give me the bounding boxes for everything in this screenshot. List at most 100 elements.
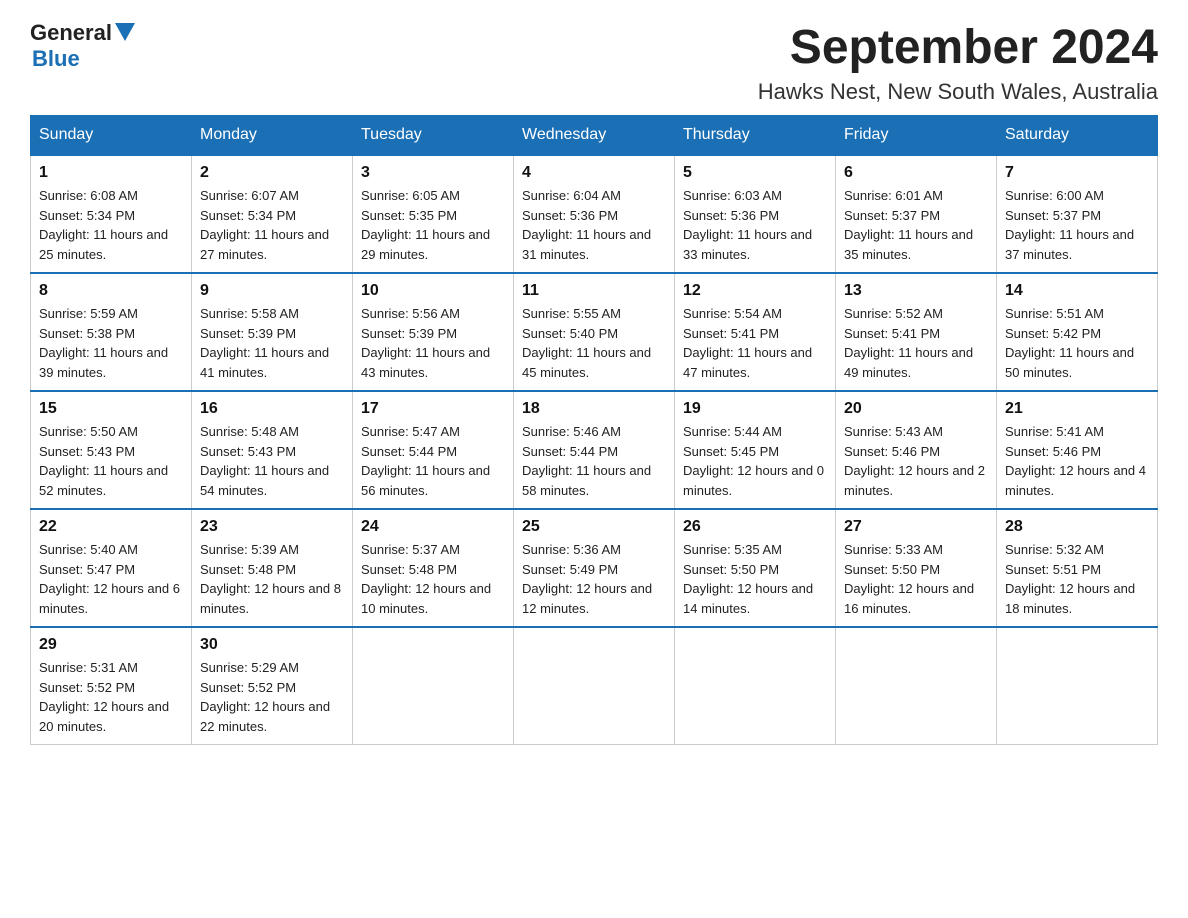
day-number: 6	[844, 164, 988, 182]
calendar-day-12: 12Sunrise: 5:54 AMSunset: 5:41 PMDayligh…	[675, 273, 836, 391]
calendar-header-friday: Friday	[836, 116, 997, 156]
day-number: 19	[683, 400, 827, 418]
calendar-week-row: 1Sunrise: 6:08 AMSunset: 5:34 PMDaylight…	[31, 155, 1158, 273]
calendar-day-14: 14 Sunrise: 5:51 AMSunset: 5:42 PMDayligh…	[997, 273, 1158, 391]
day-number: 29	[39, 636, 183, 654]
day-number: 27	[844, 518, 988, 536]
day-info: Sunrise: 6:04 AMSunset: 5:36 PMDaylight:…	[522, 186, 666, 264]
day-number: 4	[522, 164, 666, 182]
day-number: 3	[361, 164, 505, 182]
calendar-day-3: 3 Sunrise: 6:05 AMSunset: 5:35 PMDaylight…	[353, 155, 514, 273]
day-info: Sunrise: 5:46 AMSunset: 5:44 PMDaylight:…	[522, 422, 666, 500]
page-header: General Blue September 2024 Hawks Nest, …	[30, 20, 1158, 105]
day-number: 5	[683, 164, 827, 182]
day-number: 11	[522, 282, 666, 300]
calendar-day-17: 17Sunrise: 5:47 AMSunset: 5:44 PMDayligh…	[353, 391, 514, 509]
day-info: Sunrise: 5:33 AMSunset: 5:50 PMDaylight:…	[844, 540, 988, 618]
calendar-day-13: 13Sunrise: 5:52 AMSunset: 5:41 PMDayligh…	[836, 273, 997, 391]
calendar-header-tuesday: Tuesday	[353, 116, 514, 156]
day-number: 23	[200, 518, 344, 536]
calendar-header-sunday: Sunday	[31, 116, 192, 156]
calendar-day-29: 29 Sunrise: 5:31 AMSunset: 5:52 PMDayligh…	[31, 627, 192, 745]
logo-blue-text: Blue	[32, 46, 80, 71]
calendar-day-1: 1Sunrise: 6:08 AMSunset: 5:34 PMDaylight…	[31, 155, 192, 273]
day-info: Sunrise: 6:07 AMSunset: 5:34 PMDaylight:…	[200, 186, 344, 264]
day-number: 25	[522, 518, 666, 536]
day-number: 21	[1005, 400, 1149, 418]
calendar-day-21: 21 Sunrise: 5:41 AMSunset: 5:46 PMDayligh…	[997, 391, 1158, 509]
calendar-day-22: 22 Sunrise: 5:40 AMSunset: 5:47 PMDayligh…	[31, 509, 192, 627]
calendar-header-row: SundayMondayTuesdayWednesdayThursdayFrid…	[31, 116, 1158, 156]
calendar-header-thursday: Thursday	[675, 116, 836, 156]
day-number: 18	[522, 400, 666, 418]
day-info: Sunrise: 5:41 AMSunset: 5:46 PMDaylight:…	[1005, 422, 1149, 500]
day-info: Sunrise: 5:40 AMSunset: 5:47 PMDaylight:…	[39, 540, 183, 618]
calendar-week-row: 8 Sunrise: 5:59 AMSunset: 5:38 PMDaylight…	[31, 273, 1158, 391]
calendar-day-30: 30Sunrise: 5:29 AMSunset: 5:52 PMDayligh…	[192, 627, 353, 745]
calendar-empty-cell	[675, 627, 836, 745]
day-info: Sunrise: 5:44 AMSunset: 5:45 PMDaylight:…	[683, 422, 827, 500]
calendar-empty-cell	[836, 627, 997, 745]
calendar-day-19: 19 Sunrise: 5:44 AMSunset: 5:45 PMDayligh…	[675, 391, 836, 509]
day-info: Sunrise: 5:39 AMSunset: 5:48 PMDaylight:…	[200, 540, 344, 618]
day-info: Sunrise: 5:31 AMSunset: 5:52 PMDaylight:…	[39, 658, 183, 736]
page-subtitle: Hawks Nest, New South Wales, Australia	[758, 79, 1158, 105]
day-info: Sunrise: 5:43 AMSunset: 5:46 PMDaylight:…	[844, 422, 988, 500]
calendar-day-27: 27 Sunrise: 5:33 AMSunset: 5:50 PMDayligh…	[836, 509, 997, 627]
calendar-day-6: 6 Sunrise: 6:01 AMSunset: 5:37 PMDaylight…	[836, 155, 997, 273]
day-number: 28	[1005, 518, 1149, 536]
day-info: Sunrise: 5:37 AMSunset: 5:48 PMDaylight:…	[361, 540, 505, 618]
day-number: 16	[200, 400, 344, 418]
page-title: September 2024	[758, 20, 1158, 75]
day-info: Sunrise: 5:48 AMSunset: 5:43 PMDaylight:…	[200, 422, 344, 500]
day-number: 7	[1005, 164, 1149, 182]
day-number: 9	[200, 282, 344, 300]
day-info: Sunrise: 5:55 AMSunset: 5:40 PMDaylight:…	[522, 304, 666, 382]
header-right: September 2024 Hawks Nest, New South Wal…	[758, 20, 1158, 105]
calendar-day-4: 4 Sunrise: 6:04 AMSunset: 5:36 PMDaylight…	[514, 155, 675, 273]
calendar-empty-cell	[514, 627, 675, 745]
calendar-header-monday: Monday	[192, 116, 353, 156]
logo-triangle-icon	[115, 23, 135, 41]
day-number: 20	[844, 400, 988, 418]
calendar-day-25: 25Sunrise: 5:36 AMSunset: 5:49 PMDayligh…	[514, 509, 675, 627]
calendar-week-row: 15Sunrise: 5:50 AMSunset: 5:43 PMDayligh…	[31, 391, 1158, 509]
calendar-day-8: 8 Sunrise: 5:59 AMSunset: 5:38 PMDaylight…	[31, 273, 192, 391]
calendar-day-23: 23 Sunrise: 5:39 AMSunset: 5:48 PMDayligh…	[192, 509, 353, 627]
day-number: 2	[200, 164, 344, 182]
day-info: Sunrise: 5:56 AMSunset: 5:39 PMDaylight:…	[361, 304, 505, 382]
day-info: Sunrise: 5:29 AMSunset: 5:52 PMDaylight:…	[200, 658, 344, 736]
calendar-header-wednesday: Wednesday	[514, 116, 675, 156]
day-info: Sunrise: 5:58 AMSunset: 5:39 PMDaylight:…	[200, 304, 344, 382]
calendar-day-5: 5 Sunrise: 6:03 AMSunset: 5:36 PMDaylight…	[675, 155, 836, 273]
day-number: 8	[39, 282, 183, 300]
day-info: Sunrise: 6:01 AMSunset: 5:37 PMDaylight:…	[844, 186, 988, 264]
calendar-day-9: 9 Sunrise: 5:58 AMSunset: 5:39 PMDaylight…	[192, 273, 353, 391]
calendar-day-16: 16 Sunrise: 5:48 AMSunset: 5:43 PMDayligh…	[192, 391, 353, 509]
day-info: Sunrise: 6:00 AMSunset: 5:37 PMDaylight:…	[1005, 186, 1149, 264]
day-info: Sunrise: 5:35 AMSunset: 5:50 PMDaylight:…	[683, 540, 827, 618]
logo: General Blue	[30, 20, 135, 72]
day-info: Sunrise: 5:52 AMSunset: 5:41 PMDaylight:…	[844, 304, 988, 382]
calendar-day-15: 15Sunrise: 5:50 AMSunset: 5:43 PMDayligh…	[31, 391, 192, 509]
calendar-table: SundayMondayTuesdayWednesdayThursdayFrid…	[30, 115, 1158, 745]
day-info: Sunrise: 5:51 AMSunset: 5:42 PMDaylight:…	[1005, 304, 1149, 382]
calendar-empty-cell	[353, 627, 514, 745]
calendar-empty-cell	[997, 627, 1158, 745]
calendar-day-24: 24 Sunrise: 5:37 AMSunset: 5:48 PMDayligh…	[353, 509, 514, 627]
calendar-week-row: 29 Sunrise: 5:31 AMSunset: 5:52 PMDayligh…	[31, 627, 1158, 745]
calendar-day-26: 26 Sunrise: 5:35 AMSunset: 5:50 PMDayligh…	[675, 509, 836, 627]
day-number: 22	[39, 518, 183, 536]
day-info: Sunrise: 5:59 AMSunset: 5:38 PMDaylight:…	[39, 304, 183, 382]
day-info: Sunrise: 6:03 AMSunset: 5:36 PMDaylight:…	[683, 186, 827, 264]
calendar-day-10: 10 Sunrise: 5:56 AMSunset: 5:39 PMDayligh…	[353, 273, 514, 391]
day-number: 26	[683, 518, 827, 536]
calendar-header-saturday: Saturday	[997, 116, 1158, 156]
day-number: 10	[361, 282, 505, 300]
calendar-day-20: 20 Sunrise: 5:43 AMSunset: 5:46 PMDayligh…	[836, 391, 997, 509]
calendar-day-28: 28Sunrise: 5:32 AMSunset: 5:51 PMDayligh…	[997, 509, 1158, 627]
day-number: 14	[1005, 282, 1149, 300]
day-number: 24	[361, 518, 505, 536]
day-number: 17	[361, 400, 505, 418]
day-info: Sunrise: 6:05 AMSunset: 5:35 PMDaylight:…	[361, 186, 505, 264]
